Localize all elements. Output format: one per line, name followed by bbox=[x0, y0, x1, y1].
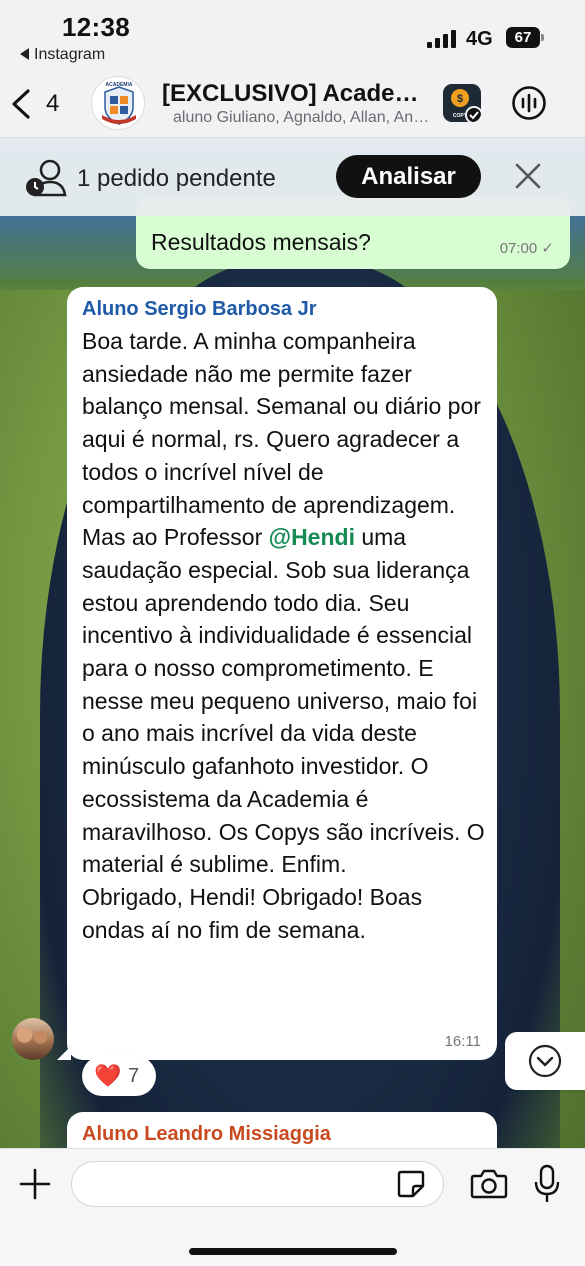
reaction-pill[interactable]: ❤️ 7 bbox=[82, 1056, 156, 1096]
network-label: 4G bbox=[466, 28, 493, 50]
message-time: 07:00 bbox=[499, 240, 538, 257]
message-sender[interactable]: Aluno Sergio Barbosa Jr bbox=[82, 298, 317, 321]
chat-title[interactable]: [EXCLUSIVO] Academia Copy bbox=[162, 80, 430, 108]
scroll-to-bottom-button[interactable] bbox=[505, 1032, 585, 1090]
message-composer bbox=[0, 1148, 585, 1266]
camera-icon[interactable] bbox=[470, 1168, 508, 1200]
message-time: 16:11 bbox=[444, 1033, 481, 1050]
back-button[interactable]: 4 bbox=[10, 84, 70, 124]
chevron-left-icon bbox=[12, 89, 30, 119]
plus-icon[interactable] bbox=[18, 1167, 52, 1201]
message-meta: 07:00 ✓ bbox=[500, 239, 554, 257]
back-app-label: Instagram bbox=[34, 46, 106, 63]
close-icon[interactable] bbox=[512, 160, 544, 192]
pending-requests-text: 1 pedido pendente bbox=[77, 165, 276, 192]
message-text-closing: Obrigado, Hendi! Obrigado! Boas ondas aí… bbox=[82, 883, 423, 943]
message-input[interactable] bbox=[71, 1161, 444, 1207]
signal-icon bbox=[427, 30, 459, 48]
audio-call-icon bbox=[512, 86, 546, 120]
sticker-icon[interactable] bbox=[396, 1169, 426, 1199]
analisar-button[interactable]: Analisar bbox=[336, 155, 481, 198]
copy-app-icon[interactable]: $ COPY bbox=[443, 84, 481, 122]
mention-link[interactable]: @Hendi bbox=[269, 524, 355, 550]
chat-header: 4 ACADEMIA [EXCLUSIVO] Academia Copy alu… bbox=[0, 70, 585, 138]
avatar-text: ACADEMIA bbox=[106, 82, 133, 88]
chat-members[interactable]: aluno Giuliano, Agnaldo, Allan, Andre bbox=[173, 109, 435, 127]
group-avatar[interactable]: ACADEMIA bbox=[91, 76, 145, 130]
chevron-down-icon bbox=[528, 1044, 562, 1078]
message-sender[interactable]: Aluno Leandro Missiaggia bbox=[82, 1123, 331, 1146]
audio-call-button[interactable] bbox=[510, 84, 548, 122]
sender-avatar[interactable] bbox=[12, 1018, 54, 1060]
svg-text:$: $ bbox=[457, 93, 463, 105]
status-bar: 12:38 Instagram 4G 67 bbox=[0, 0, 585, 70]
verified-check-icon bbox=[465, 106, 481, 122]
back-to-app-link[interactable]: Instagram bbox=[20, 46, 105, 64]
message-body: Boa tarde. A minha companheira ansiedade… bbox=[82, 325, 487, 946]
back-triangle-icon bbox=[20, 48, 29, 60]
pending-request-icon bbox=[26, 159, 67, 197]
academia-crest-icon: ACADEMIA bbox=[102, 82, 136, 125]
message-text: Resultados mensais? bbox=[151, 229, 371, 255]
home-indicator bbox=[189, 1248, 397, 1255]
pending-requests-banner: 1 pedido pendente Analisar bbox=[0, 138, 585, 216]
microphone-icon[interactable] bbox=[533, 1164, 561, 1204]
message-text-part: uma saudação especial. Sob sua liderança… bbox=[82, 524, 485, 878]
battery-icon: 67 bbox=[506, 27, 544, 48]
sent-check-icon: ✓ bbox=[541, 240, 554, 257]
unread-count: 4 bbox=[46, 90, 60, 117]
incoming-message[interactable]: Aluno Sergio Barbosa Jr Boa tarde. A min… bbox=[57, 287, 497, 1060]
reaction-count: 7 bbox=[128, 1065, 140, 1087]
status-time: 12:38 bbox=[62, 12, 130, 42]
message-text-part: Boa tarde. A minha companheira ansiedade… bbox=[82, 328, 481, 551]
heart-reaction-icon: ❤️ bbox=[94, 1063, 122, 1088]
